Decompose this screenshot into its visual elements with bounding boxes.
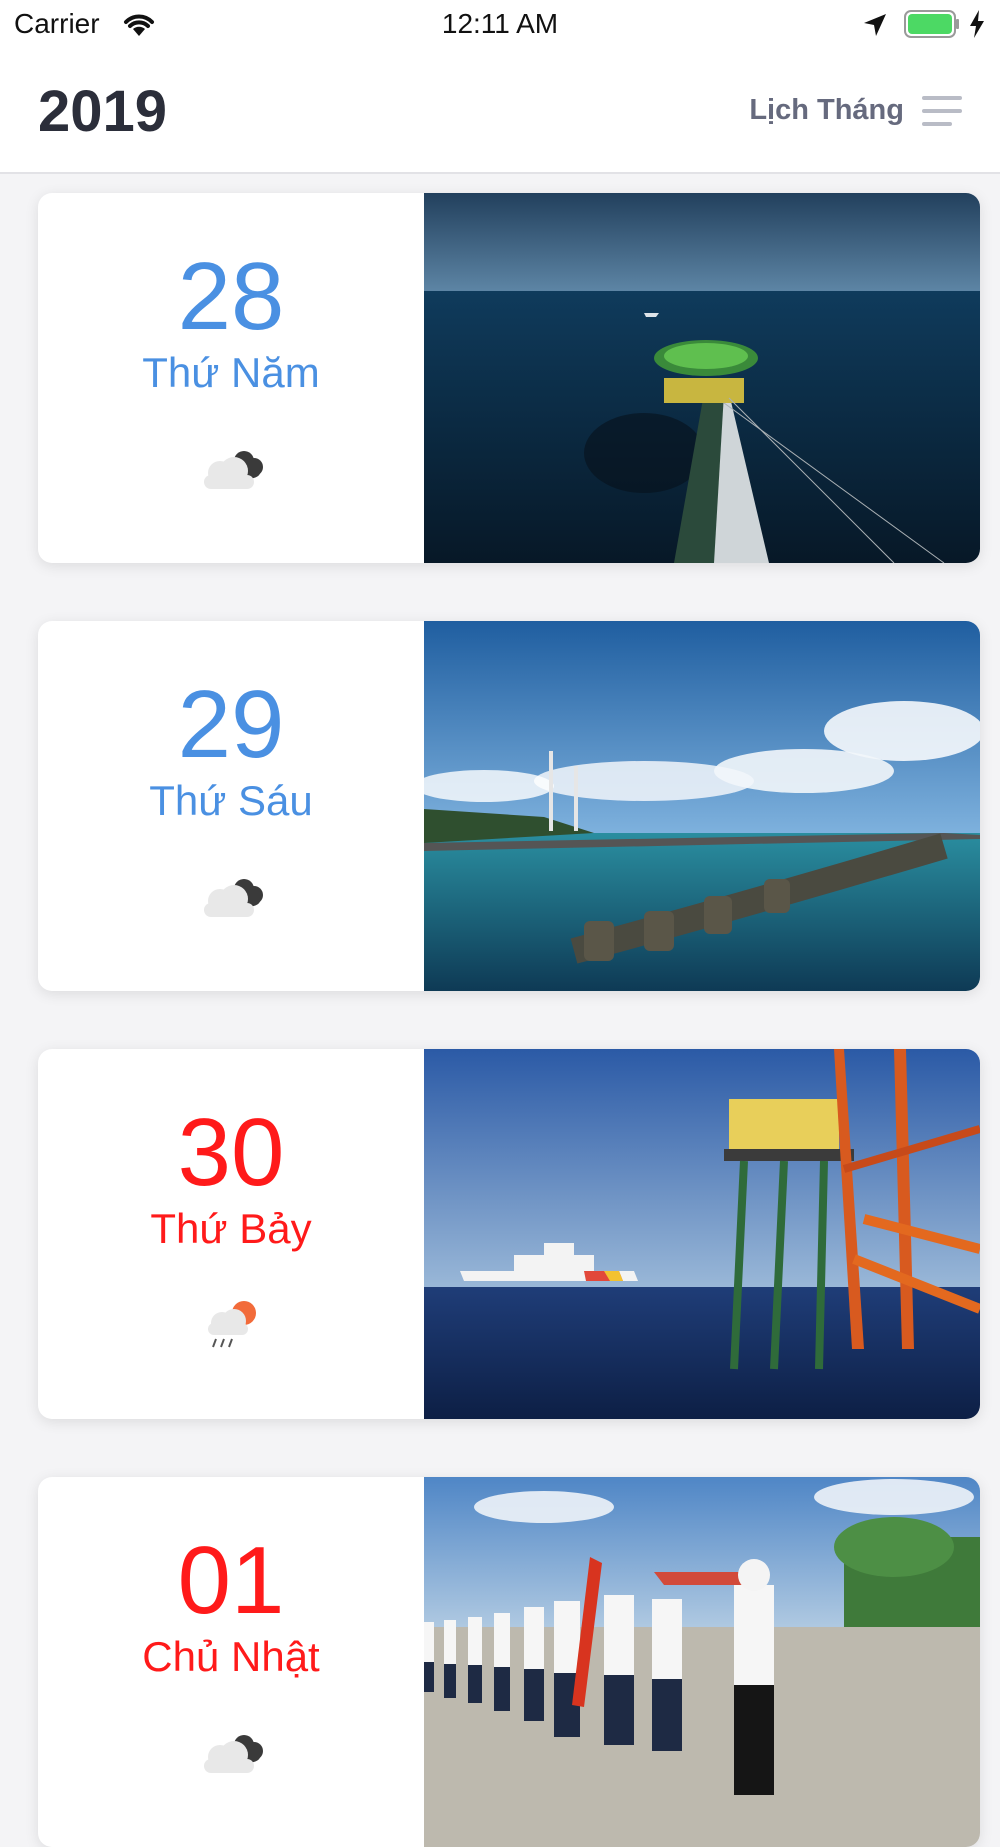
day-info: 29 Thứ Sáu <box>38 621 424 991</box>
weekday-name: Thứ Sáu <box>149 777 313 824</box>
day-number: 01 <box>177 1527 285 1634</box>
day-card[interactable]: 01 Chủ Nhật <box>38 1477 980 1847</box>
day-number: 28 <box>177 243 285 350</box>
day-info: 30 Thứ Bảy <box>38 1049 424 1419</box>
sun-rain-icon <box>208 1301 256 1348</box>
coast-guard-ship-and-platform-photo[interactable] <box>424 1049 980 1419</box>
navigation-bar: 2019 Lịch Tháng <box>0 52 1000 174</box>
day-card[interactable]: 28 Thứ Năm <box>38 193 980 563</box>
weekday-name: Chủ Nhật <box>142 1633 320 1680</box>
weekday-name: Thứ Bảy <box>150 1205 312 1252</box>
hamburger-menu-icon[interactable] <box>922 96 962 128</box>
location-arrow-icon <box>864 14 886 36</box>
year-title: 2019 <box>38 79 168 144</box>
battery-icon <box>904 10 959 38</box>
day-info: 28 Thứ Năm <box>38 193 424 563</box>
status-time: 12:11 AM <box>441 8 559 39</box>
status-bar: Carrier 12:11 AM <box>0 0 1000 52</box>
day-card[interactable]: 29 Thứ Sáu <box>38 621 980 991</box>
cloudy-night-icon <box>204 451 263 489</box>
day-number: 29 <box>177 671 285 778</box>
cloudy-night-icon <box>204 879 263 917</box>
island-breakwater-photo[interactable] <box>424 621 980 991</box>
cloudy-night-icon <box>204 1735 263 1773</box>
charging-bolt-icon <box>970 10 984 38</box>
sailors-marching-parade-photo[interactable] <box>424 1477 980 1847</box>
day-number: 30 <box>177 1099 285 1206</box>
month-view-button[interactable]: Lịch Tháng <box>749 94 904 127</box>
weekday-name: Thứ Năm <box>142 349 320 396</box>
offshore-platform-aerial-photo[interactable] <box>424 193 980 563</box>
day-card[interactable]: 30 Thứ Bảy <box>38 1049 980 1419</box>
day-info: 01 Chủ Nhật <box>38 1477 424 1847</box>
